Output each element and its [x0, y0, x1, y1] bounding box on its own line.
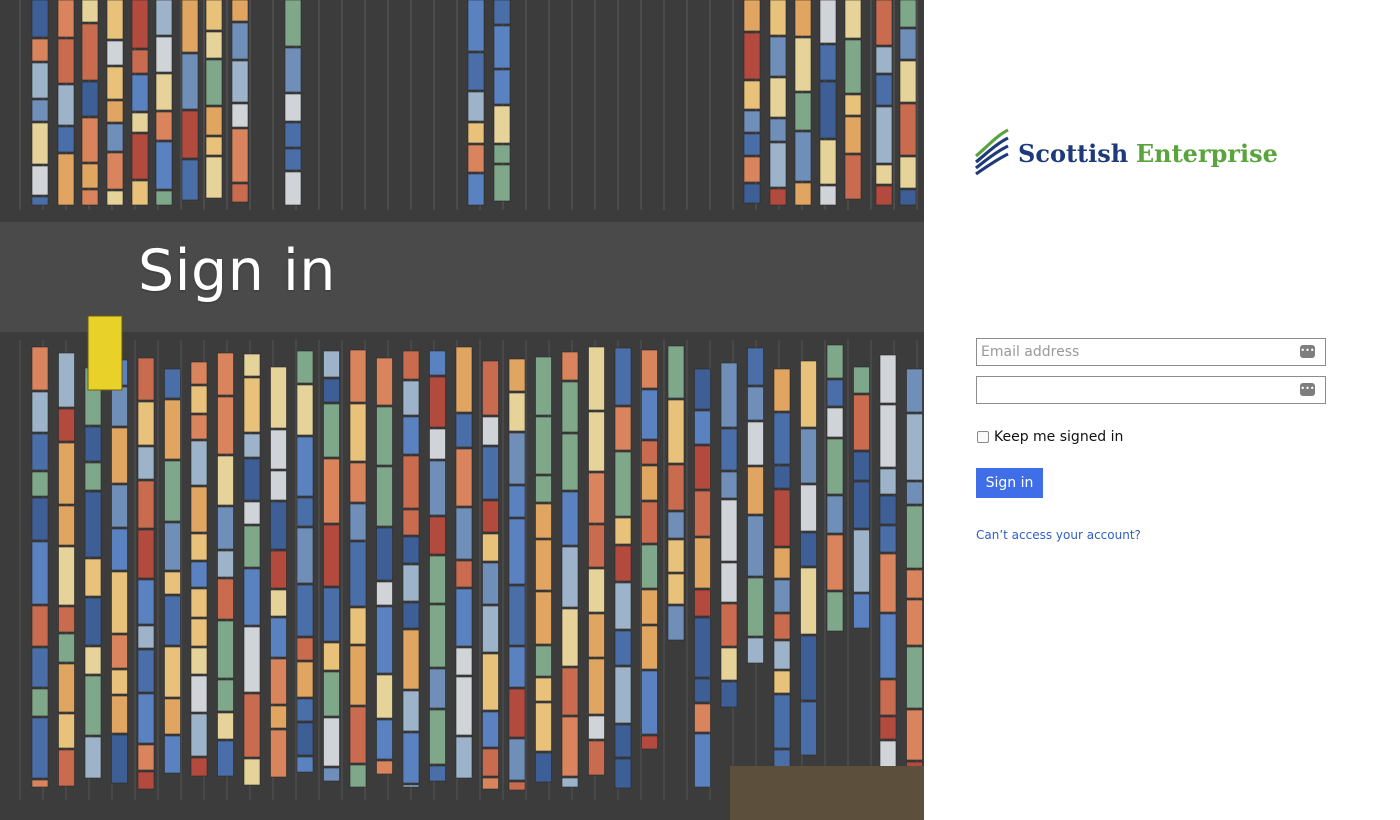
sign-in-form: ••• ••• Keep me signed in Sign in Can’t …: [976, 338, 1326, 543]
brand-word-scottish: Scottish: [1018, 138, 1129, 168]
sign-in-button[interactable]: Sign in: [976, 468, 1043, 498]
cant-access-account-link[interactable]: Can’t access your account?: [976, 528, 1141, 542]
sign-in-page: Sign in Scottish Enterprise ••• •••: [0, 0, 1400, 820]
brand-wave-icon: [974, 128, 1009, 176]
hero-title: Sign in: [138, 238, 336, 304]
email-field-wrapper: •••: [976, 338, 1326, 366]
brand-word-enterprise: Enterprise: [1135, 138, 1278, 168]
keep-signed-in-checkbox[interactable]: [977, 431, 989, 443]
password-field[interactable]: [977, 377, 1325, 403]
keep-signed-in-label[interactable]: Keep me signed in: [994, 429, 1123, 445]
keyboard-dots-icon[interactable]: •••: [1300, 383, 1315, 396]
keyboard-dots-icon[interactable]: •••: [1300, 345, 1315, 358]
container-yard-illustration: Sign in: [0, 0, 924, 820]
container-yard-photo: [0, 0, 924, 820]
email-field[interactable]: [977, 339, 1325, 365]
password-field-wrapper: •••: [976, 376, 1326, 404]
keep-signed-in-row[interactable]: Keep me signed in: [976, 428, 1326, 446]
scottish-enterprise-logo: Scottish Enterprise: [974, 126, 1278, 176]
login-panel: Scottish Enterprise ••• ••• Keep me sign…: [924, 0, 1400, 820]
brand-name: Scottish Enterprise: [1018, 139, 1278, 168]
